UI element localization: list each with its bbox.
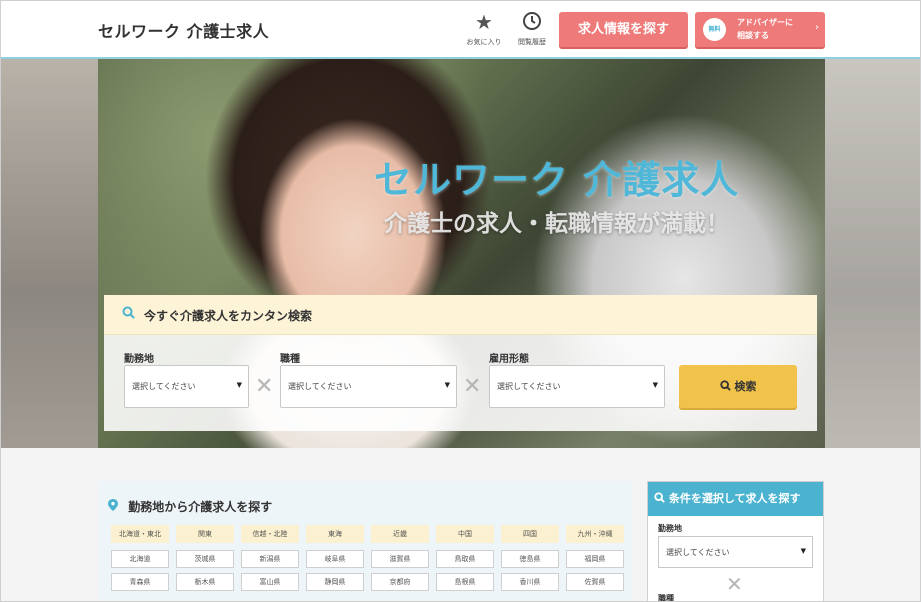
favorites-label: お気に入り — [466, 38, 502, 46]
prefecture-link[interactable]: 佐賀県 — [566, 573, 624, 591]
region-tab[interactable]: 九州・沖縄 — [566, 525, 624, 543]
job-type-select-value: 選択してください — [288, 382, 352, 391]
region-tab[interactable]: 四国 — [501, 525, 559, 543]
dropdown-arrow-icon: ▼ — [444, 381, 450, 389]
prefecture-link[interactable]: 京都府 — [371, 573, 429, 591]
page: セルワーク 介護士求人 ★ お気に入り 閲覧履歴 求人情報を探す 無料 アドバイ… — [0, 0, 921, 602]
dropdown-arrow-icon: ▼ — [236, 381, 242, 389]
advisor-line2: 相談する — [737, 31, 769, 40]
region-tab[interactable]: 近畿 — [371, 525, 429, 543]
region-tab[interactable]: 信越・北陸 — [241, 525, 299, 543]
condition-search-title: 条件を選択して求人を探す — [668, 492, 801, 505]
site-logo[interactable]: セルワーク 介護士求人 — [98, 18, 269, 42]
area-search-section: 勤務地から介護求人を探す 北海道・東北 関東 信越・北陸 東海 近畿 中国 四国 九州・沖縄北… — [98, 481, 632, 601]
dropdown-arrow-icon: ▼ — [800, 547, 806, 555]
hero-background-left — [1, 59, 98, 448]
search-submit-button[interactable]: 検索 — [679, 365, 797, 408]
prefecture-link[interactable]: 島根県 — [436, 573, 494, 591]
clock-icon — [507, 11, 557, 33]
job-type-label: 職種 — [280, 354, 300, 365]
chevron-right-icon: › — [815, 22, 819, 33]
dropdown-arrow-icon: ▼ — [652, 381, 658, 389]
location-label: 勤務地 — [124, 354, 154, 365]
prefecture-link[interactable]: 茨城県 — [176, 550, 234, 568]
x-separator-icon: ✕ — [726, 572, 743, 596]
quick-search-title: 今すぐ介護求人をカンタン検索 — [144, 309, 313, 323]
prefecture-link[interactable]: 鳥取県 — [436, 550, 494, 568]
hero-background-right — [825, 59, 920, 448]
consult-advisor-button[interactable]: 無料 アドバイザーに 相談する › — [695, 12, 825, 47]
region-tab[interactable]: 北海道・東北 — [111, 525, 169, 543]
quick-search-panel: 今すぐ介護求人をカンタン検索 勤務地 選択してください ▼ ✕ 職種 選択してく… — [104, 295, 817, 431]
search-icon — [654, 492, 669, 505]
side-location-label: 勤務地 — [658, 524, 682, 533]
employment-type-label: 雇用形態 — [489, 354, 529, 365]
quick-search-header: 今すぐ介護求人をカンタン検索 — [104, 295, 817, 335]
prefecture-link[interactable]: 青森県 — [111, 573, 169, 591]
prefecture-link[interactable]: 新潟県 — [241, 550, 299, 568]
hero-title: セルワーク 介護求人 — [374, 158, 740, 202]
side-job-type-label: 職種 — [658, 594, 674, 602]
favorites-link[interactable]: ★ お気に入り — [459, 11, 509, 47]
site-header: セルワーク 介護士求人 ★ お気に入り 閲覧履歴 求人情報を探す 無料 アドバイ… — [1, 1, 920, 59]
prefecture-link[interactable]: 岐阜県 — [306, 550, 364, 568]
search-jobs-button[interactable]: 求人情報を探す — [559, 12, 688, 47]
prefecture-link[interactable]: 滋賀県 — [371, 550, 429, 568]
region-tab[interactable]: 中国 — [436, 525, 494, 543]
region-tab[interactable]: 関東 — [176, 525, 234, 543]
side-location-select[interactable]: 選択してください ▼ — [658, 536, 813, 568]
prefecture-link[interactable]: 北海道 — [111, 550, 169, 568]
map-pin-icon — [108, 499, 122, 514]
condition-search-box: 条件を選択して求人を探す 勤務地 選択してください ▼ ✕ 職種 — [647, 481, 824, 602]
area-search-heading: 勤務地から介護求人を探す — [128, 500, 273, 514]
prefecture-link[interactable]: 福岡県 — [566, 550, 624, 568]
advisor-line1: アドバイザーに — [737, 18, 793, 27]
prefecture-link[interactable]: 静岡県 — [306, 573, 364, 591]
location-select[interactable]: 選択してください ▼ — [124, 365, 249, 408]
history-link[interactable]: 閲覧履歴 — [507, 11, 557, 47]
prefecture-link[interactable]: 徳島県 — [501, 550, 559, 568]
condition-search-header: 条件を選択して求人を探す — [648, 482, 823, 516]
employment-type-select-value: 選択してください — [497, 382, 561, 391]
star-icon: ★ — [475, 10, 493, 34]
search-icon — [122, 306, 135, 323]
hero-subtitle: 介護士の求人・転職情報が満載！ — [384, 211, 729, 237]
search-submit-label: 検索 — [734, 380, 757, 393]
search-icon — [719, 380, 735, 393]
hero-section: セルワーク 介護求人 介護士の求人・転職情報が満載！ 今すぐ介護求人をカンタン検… — [1, 59, 920, 448]
prefecture-link[interactable]: 香川県 — [501, 573, 559, 591]
x-separator-icon: ✕ — [463, 374, 482, 399]
x-separator-icon: ✕ — [255, 374, 274, 399]
history-label: 閲覧履歴 — [518, 38, 546, 46]
area-search-title: 勤務地から介護求人を探す — [108, 498, 272, 515]
advisor-button-label: アドバイザーに 相談する — [737, 16, 793, 42]
free-badge: 無料 — [703, 18, 726, 41]
prefecture-link[interactable]: 富山県 — [241, 573, 299, 591]
side-location-value: 選択してください — [666, 548, 730, 557]
region-tab[interactable]: 東海 — [306, 525, 364, 543]
location-select-value: 選択してください — [132, 382, 196, 391]
employment-type-select[interactable]: 選択してください ▼ — [489, 365, 665, 408]
prefecture-link[interactable]: 栃木県 — [176, 573, 234, 591]
job-type-select[interactable]: 選択してください ▼ — [280, 365, 457, 408]
